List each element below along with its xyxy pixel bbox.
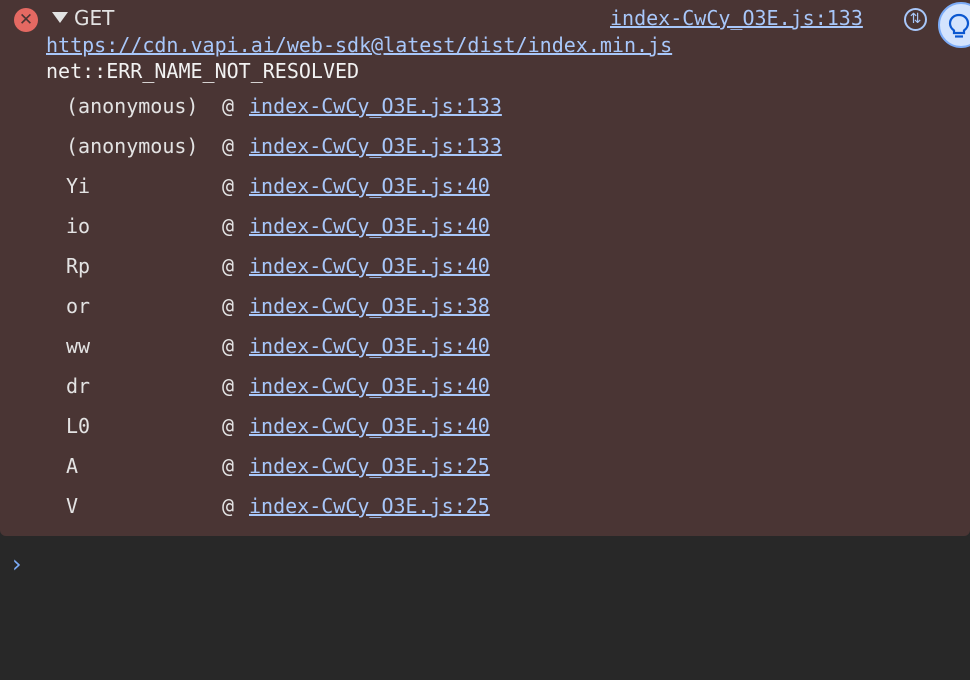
frame-function: (anonymous) — [66, 94, 199, 118]
frame-function: dr — [66, 374, 91, 398]
network-request-icon[interactable]: ⇅ — [904, 8, 927, 31]
frame-source-link[interactable]: index-CwCy_O3E.js:25 — [249, 494, 490, 518]
console-prompt-chevron-icon[interactable]: › — [12, 550, 22, 578]
frame-source-link[interactable]: index-CwCy_O3E.js:40 — [249, 254, 490, 278]
frame-at: @ — [222, 294, 235, 318]
frame-source-link[interactable]: index-CwCy_O3E.js:40 — [249, 334, 490, 358]
frame-function: Yi — [66, 174, 91, 198]
frame-function: Rp — [66, 254, 91, 278]
request-method: GET — [74, 6, 115, 30]
stack-frame: dr @ index-CwCy_O3E.js:40 — [66, 366, 502, 406]
devtools-console: ✕ GET index-CwCy_O3E.js:133 ⇅ https://cd… — [0, 0, 970, 680]
stack-frame: io @ index-CwCy_O3E.js:40 — [66, 206, 502, 246]
frame-at: @ — [222, 174, 235, 198]
stack-frame: A @ index-CwCy_O3E.js:25 — [66, 446, 502, 486]
frame-at: @ — [222, 214, 235, 238]
error-code-text: net::ERR_NAME_NOT_RESOLVED — [46, 59, 360, 83]
stack-frame: V @ index-CwCy_O3E.js:25 — [66, 486, 502, 526]
frame-function: or — [66, 294, 91, 318]
console-error-message[interactable]: ✕ GET index-CwCy_O3E.js:133 ⇅ https://cd… — [0, 0, 970, 536]
frame-at: @ — [222, 414, 235, 438]
stack-frame: (anonymous) @ index-CwCy_O3E.js:133 — [66, 126, 502, 166]
frame-function: (anonymous) — [66, 134, 199, 158]
frame-source-link[interactable]: index-CwCy_O3E.js:40 — [249, 374, 490, 398]
stack-frame: (anonymous) @ index-CwCy_O3E.js:133 — [66, 86, 502, 126]
stack-trace: (anonymous) @ index-CwCy_O3E.js:133 (anony… — [66, 94, 502, 534]
frame-source-link[interactable]: index-CwCy_O3E.js:40 — [249, 214, 490, 238]
frame-source-link[interactable]: index-CwCy_O3E.js:40 — [249, 174, 490, 198]
frame-source-link[interactable]: index-CwCy_O3E.js:38 — [249, 294, 490, 318]
stack-frame: or @ index-CwCy_O3E.js:38 — [66, 286, 502, 326]
frame-at: @ — [222, 254, 235, 278]
frame-function: L0 — [66, 414, 91, 438]
frame-at: @ — [222, 374, 235, 398]
frame-function: ww — [66, 334, 91, 358]
disclosure-triangle-icon[interactable] — [52, 12, 68, 23]
frame-source-link[interactable]: index-CwCy_O3E.js:40 — [249, 414, 490, 438]
stack-frame: ww @ index-CwCy_O3E.js:40 — [66, 326, 502, 366]
frame-source-link[interactable]: index-CwCy_O3E.js:25 — [249, 454, 490, 478]
stack-frame: Rp @ index-CwCy_O3E.js:40 — [66, 246, 502, 286]
frame-source-link[interactable]: index-CwCy_O3E.js:133 — [249, 94, 502, 118]
frame-at: @ — [222, 334, 235, 358]
frame-function: A — [66, 454, 79, 478]
lightbulb-icon[interactable] — [938, 2, 970, 48]
frame-at: @ — [222, 134, 235, 158]
frame-at: @ — [222, 94, 235, 118]
frame-at: @ — [222, 494, 235, 518]
frame-at: @ — [222, 454, 235, 478]
stack-frame: L0 @ index-CwCy_O3E.js:40 — [66, 406, 502, 446]
frame-function: V — [66, 494, 79, 518]
stack-frame: Yi @ index-CwCy_O3E.js:40 — [66, 166, 502, 206]
frame-function: io — [66, 214, 91, 238]
request-url-link[interactable]: https://cdn.vapi.ai/web-sdk@latest/dist/… — [46, 33, 672, 57]
frame-source-link[interactable]: index-CwCy_O3E.js:133 — [249, 134, 502, 158]
source-location-link[interactable]: index-CwCy_O3E.js:133 — [610, 6, 863, 30]
error-circle-icon: ✕ — [14, 8, 38, 32]
